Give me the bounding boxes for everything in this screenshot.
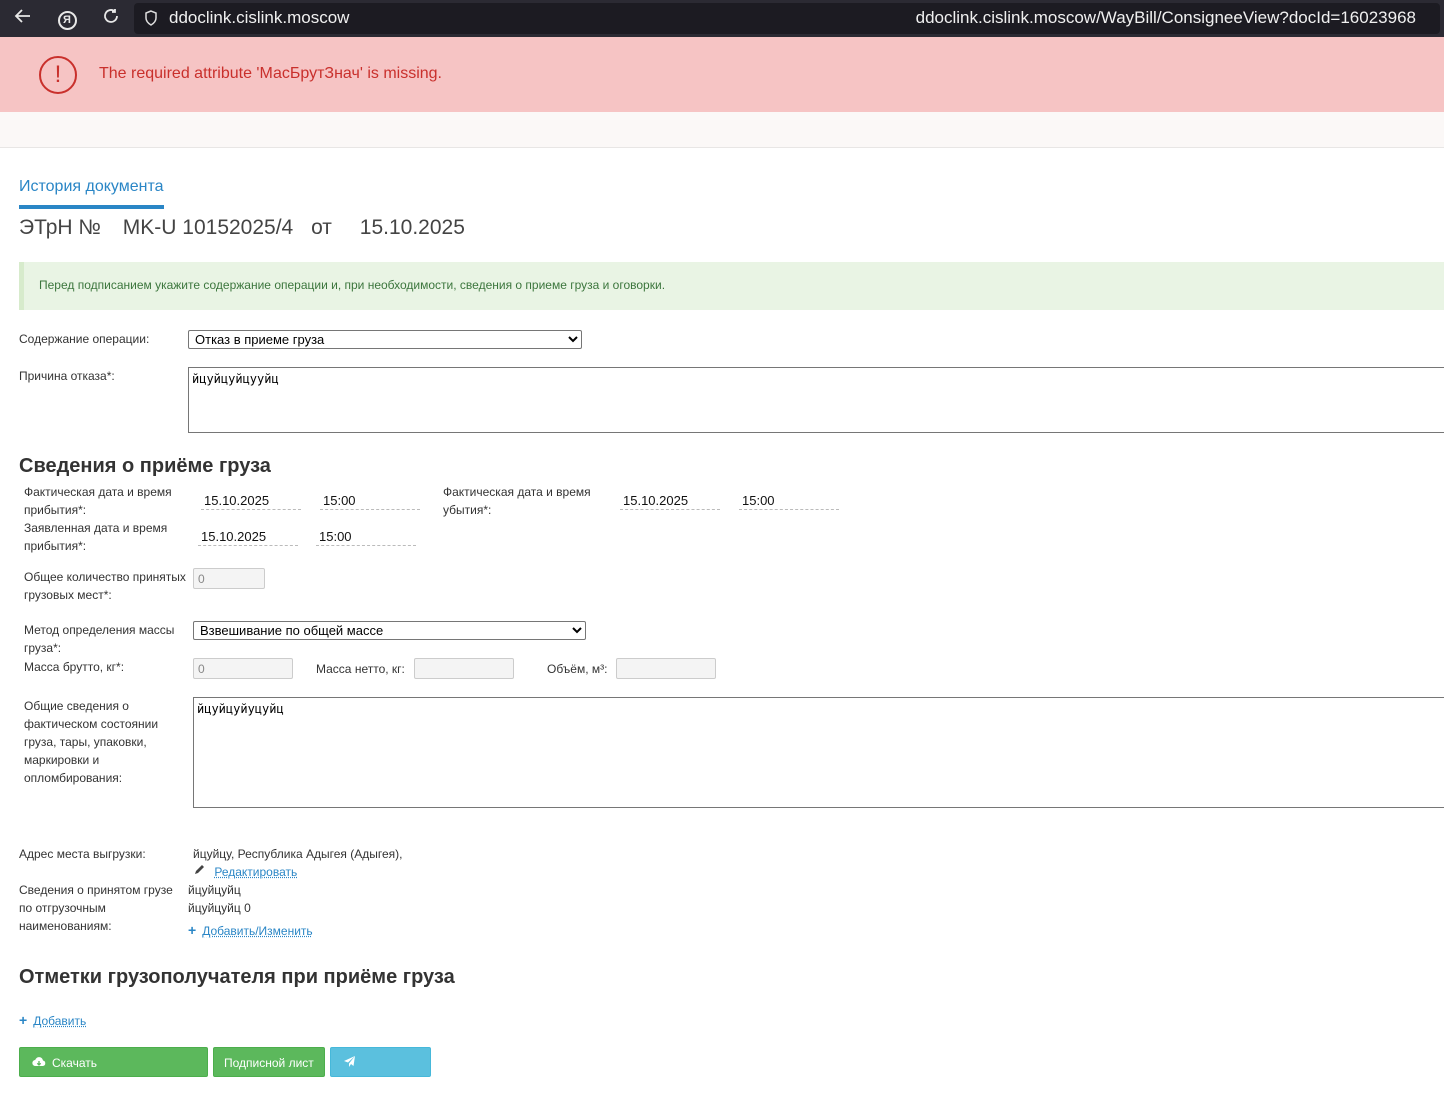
accepted-cargo-add[interactable]: + Добавить/Изменить: [188, 921, 313, 940]
error-banner: ! The required attribute 'МасБрутЗнач' i…: [0, 37, 1444, 112]
places-label: Общее количество принятых грузовых мест*…: [24, 568, 186, 604]
gross-label: Масса брутто, кг*:: [24, 660, 125, 674]
doc-date: 15.10.2025: [359, 216, 465, 239]
departure-actual-label-line1: Фактическая дата и время: [443, 485, 591, 499]
add-change-link[interactable]: Добавить/Изменить: [202, 924, 313, 938]
arrival-declared-date[interactable]: 15.10.2025: [198, 529, 298, 546]
accepted-cargo-label-line1: Сведения о принятом грузе: [19, 883, 173, 897]
accepted-cargo-label-line3: наименованиям:: [19, 919, 112, 933]
volume-label: Объём, м³:: [547, 662, 608, 676]
places-label-line2: грузовых мест*:: [24, 588, 112, 602]
add-mark-link[interactable]: Добавить: [33, 1014, 86, 1028]
net-label: Масса нетто, кг:: [316, 662, 405, 676]
condition-label: Общие сведения о фактическом состоянии г…: [24, 697, 158, 787]
condition-label-line5: опломбирования:: [24, 771, 123, 785]
arrival-actual-date[interactable]: 15.10.2025: [201, 493, 301, 510]
condition-label-line4: маркировки и: [24, 753, 100, 767]
address-bar[interactable]: ddoclink.cislink.moscow ddoclink.cislink…: [134, 3, 1440, 34]
yandex-icon[interactable]: Я: [54, 6, 80, 32]
mass-method-label-line2: груза*:: [24, 641, 62, 655]
arrival-declared-label-line2: прибытия*:: [24, 539, 87, 553]
exclamation-icon: !: [39, 56, 77, 94]
url-full: ddoclink.cislink.moscow/WayBill/Consigne…: [915, 8, 1416, 27]
error-message: The required attribute 'МасБрутЗнач' is …: [99, 65, 442, 82]
cargo-receipt-heading: Сведения о приёме груза: [19, 455, 271, 477]
condition-textarea[interactable]: йцуйцуйуцуйц: [193, 697, 1444, 808]
url-host: ddoclink.cislink.moscow: [169, 8, 350, 27]
refusal-label: Причина отказа*:: [19, 369, 115, 383]
unloading-value: йцуйцу, Республика Адыгея (Адыгея),: [193, 847, 403, 861]
arrival-actual-label: Фактическая дата и время прибытия*:: [24, 483, 172, 519]
tab-document-history[interactable]: История документа: [19, 178, 164, 209]
departure-actual-time[interactable]: 15:00: [739, 493, 839, 510]
mass-method-label-line1: Метод определения массы: [24, 623, 175, 637]
arrival-declared-label-line1: Заявленная дата и время: [24, 521, 168, 535]
accepted-cargo-line1: йцуйцуйц: [188, 883, 241, 897]
doc-number: MK-U 10152025/4: [122, 216, 294, 239]
accepted-cargo-line2: йцуйцуйц 0: [188, 901, 251, 915]
condition-label-line1: Общие сведения о: [24, 699, 129, 713]
download-button[interactable]: Скачать документооборот: [19, 1047, 208, 1101]
accepted-cargo-label: Сведения о принятом грузе по отгрузочным…: [19, 881, 173, 935]
unloading-label: Адрес места выгрузки:: [19, 847, 146, 861]
volume-input[interactable]: [616, 658, 716, 679]
cloud-download-icon: [32, 1049, 46, 1079]
departure-actual-label: Фактическая дата и время убытия*:: [443, 483, 591, 519]
plus-icon: +: [188, 922, 197, 938]
departure-actual-label-line2: убытия*:: [443, 503, 492, 517]
operation-select[interactable]: Отказ в приеме груза: [188, 330, 582, 349]
arrival-actual-label-line1: Фактическая дата и время: [24, 485, 172, 499]
edit-address-link[interactable]: Редактировать: [214, 865, 297, 879]
mass-method-label: Метод определения массы груза*:: [24, 621, 174, 657]
operation-label: Содержание операции:: [19, 332, 150, 346]
condition-label-line3: груза, тары, упаковки,: [24, 735, 147, 749]
net-input[interactable]: [414, 658, 514, 679]
pencil-icon: [193, 863, 207, 881]
places-label-line1: Общее количество принятых: [24, 570, 186, 584]
arrival-declared-label: Заявленная дата и время прибытия*:: [24, 519, 167, 555]
sub-bar: [0, 112, 1444, 148]
info-alert: Перед подписанием укажите содержание опе…: [19, 262, 1444, 310]
doc-type: ЭТрН №: [19, 216, 101, 239]
arrival-actual-label-line2: прибытия*:: [24, 503, 87, 517]
consignee-marks-heading: Отметки грузополучателя при приёме груза: [19, 966, 455, 988]
send-icon: [343, 1049, 356, 1079]
consignee-marks-add[interactable]: + Добавить: [19, 1011, 86, 1030]
sign-button-label: Подписать: [341, 1086, 401, 1101]
browser-toolbar: Я ddoclink.cislink.moscow ddoclink.cisli…: [0, 0, 1444, 37]
departure-actual-date[interactable]: 15.10.2025: [620, 493, 720, 510]
gross-input[interactable]: 0: [193, 658, 293, 679]
mass-method-select[interactable]: Взвешивание по общей массе: [193, 621, 586, 640]
doc-from: от: [311, 216, 332, 239]
arrival-actual-time[interactable]: 15:00: [320, 493, 420, 510]
sign-button[interactable]: Подписать: [330, 1047, 431, 1101]
plus-icon: +: [19, 1012, 28, 1028]
unloading-edit[interactable]: Редактировать: [193, 863, 297, 881]
back-arrow-icon[interactable]: [10, 6, 36, 32]
refusal-textarea[interactable]: йцуйцуйцууйц: [188, 367, 1444, 433]
arrival-declared-time[interactable]: 15:00: [316, 529, 416, 546]
sign-sheet-button[interactable]: Подписной лист: [213, 1047, 325, 1077]
accepted-cargo-label-line2: по отгрузочным: [19, 901, 106, 915]
condition-label-line2: фактическом состоянии: [24, 717, 159, 731]
places-input[interactable]: 0: [193, 568, 265, 589]
page-title: ЭТрН № MK-U 10152025/4 от 15.10.2025: [19, 216, 473, 240]
shield-icon: [144, 10, 158, 31]
reload-icon[interactable]: [98, 6, 124, 32]
